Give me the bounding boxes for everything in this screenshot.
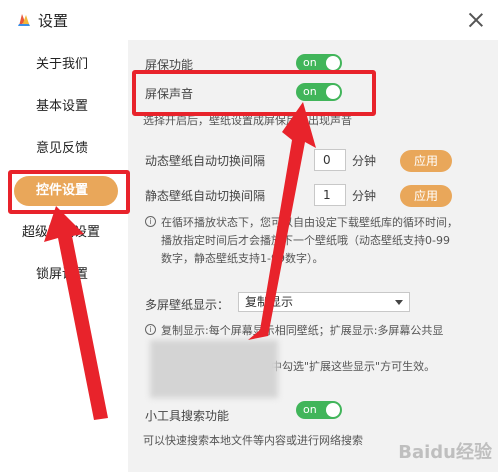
quick-search-toggle[interactable]: on <box>296 401 342 419</box>
window-title: 设置 <box>38 12 69 30</box>
quick-search-hint: 可以快速搜索本地文件等内容或进行网络搜索 <box>143 434 363 447</box>
dynamic-interval-input[interactable]: 0 <box>314 149 346 171</box>
static-interval-unit: 分钟 <box>352 189 377 203</box>
highlight-widget-box <box>8 170 130 214</box>
multiscreen-hint-line1: 复制显示:每个屏幕显示相同壁纸；扩展显示:多屏幕公共显 <box>161 324 444 337</box>
sidebar: 关于我们 基本设置 意见反馈 控件设置 超级壁纸设置 锁屏设置 <box>0 40 128 472</box>
static-apply-button[interactable]: 应用 <box>400 185 452 207</box>
chevron-down-icon <box>395 300 403 305</box>
static-interval-input[interactable]: 1 <box>314 184 346 206</box>
close-icon[interactable] <box>468 12 484 28</box>
multiscreen-selected: 复制显示 <box>245 295 294 309</box>
dynamic-interval-unit: 分钟 <box>352 154 377 168</box>
title-bar: 设置 <box>0 0 498 40</box>
cycle-hint-line3: 数字，静态壁纸支持1-99数字）。 <box>161 252 324 265</box>
quick-search-label: 小工具搜索功能 <box>145 409 230 423</box>
info-icon: i <box>145 324 156 335</box>
cycle-hint-line2: 播放指定时间后才会播放下一个壁纸哦（动态壁纸支持0-99 <box>161 234 450 247</box>
privacy-blur <box>150 340 278 398</box>
sidebar-item-about[interactable]: 关于我们 <box>0 50 128 80</box>
sidebar-item-feedback[interactable]: 意见反馈 <box>0 134 128 164</box>
sidebar-item-basic-settings[interactable]: 基本设置 <box>0 92 128 122</box>
sidebar-item-super-wallpaper[interactable]: 超级壁纸设置 <box>0 218 128 248</box>
dynamic-apply-button[interactable]: 应用 <box>400 150 452 172</box>
info-icon: i <box>145 216 156 227</box>
multiscreen-select[interactable]: 复制显示 <box>238 292 410 312</box>
highlight-sound-box <box>132 70 376 116</box>
dynamic-interval-label: 动态壁纸自动切换间隔 <box>145 154 266 168</box>
multiscreen-label: 多屏壁纸显示： <box>145 298 230 312</box>
cycle-hint-line1: 在循环播放状态下，您可以自由设定下载壁纸库的循环时间， <box>161 216 458 229</box>
watermark: Baidu经验 <box>398 442 492 463</box>
app-logo-icon <box>18 14 30 26</box>
static-interval-label: 静态壁纸自动切换间隔 <box>145 189 266 203</box>
sidebar-item-lockscreen[interactable]: 锁屏设置 <box>0 260 128 290</box>
